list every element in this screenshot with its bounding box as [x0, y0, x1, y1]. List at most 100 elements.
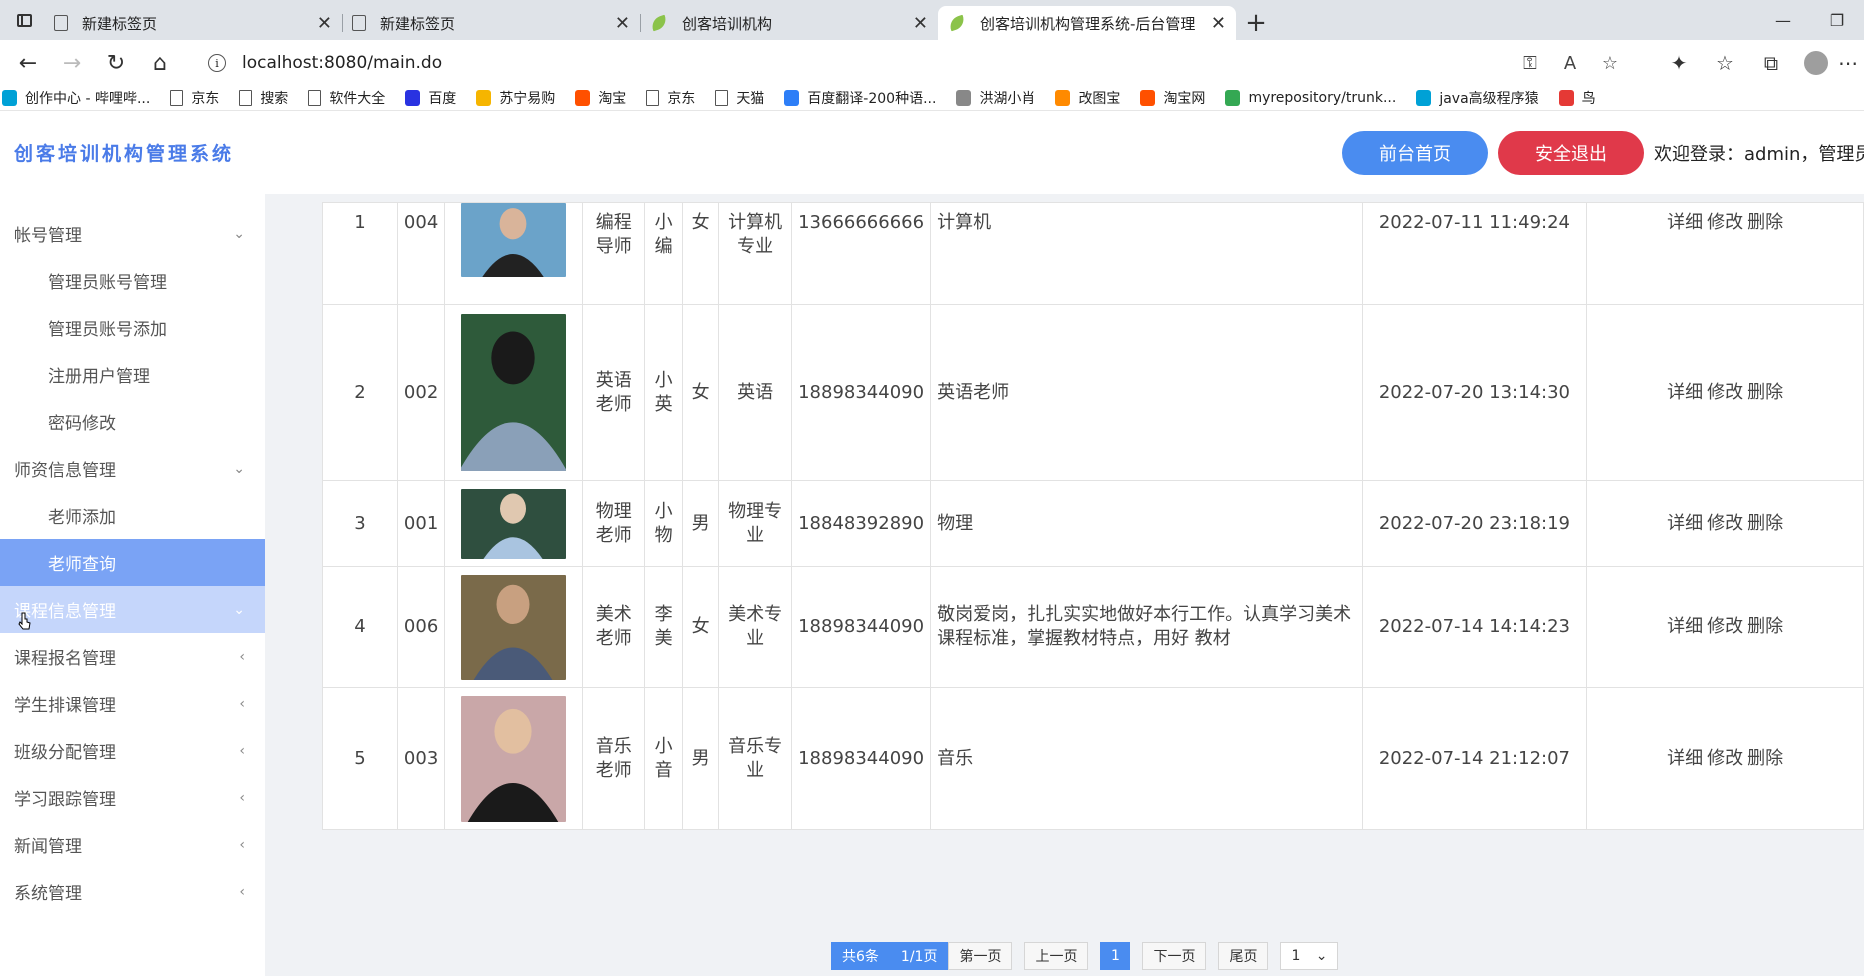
restore-icon[interactable]: ❐ [1810, 0, 1864, 40]
browser-tab-1[interactable]: 新建标签页 ✕ [44, 6, 342, 40]
edit-link[interactable]: 修改 [1707, 212, 1743, 233]
close-icon[interactable]: ✕ [615, 13, 630, 34]
prev-page-button[interactable]: 上一页 [1024, 942, 1089, 970]
bookmark-item[interactable]: java高级程序猿 [1416, 88, 1539, 108]
sidebar-item-13[interactable]: 学习跟踪管理 ‹ [0, 774, 265, 821]
teacher-photo[interactable] [461, 488, 567, 559]
url-field[interactable]: i localhost:8080/main.do ⚿ A ☆ [192, 45, 1646, 81]
detail-link[interactable]: 详细 [1667, 616, 1703, 637]
close-icon[interactable]: ✕ [913, 13, 928, 34]
created-time-text: 2022-07-20 13:14:30 [1378, 381, 1570, 403]
site-info-icon[interactable]: i [208, 54, 226, 72]
url-text[interactable]: localhost:8080/main.do [242, 53, 1510, 73]
forward-icon[interactable]: → [50, 43, 94, 83]
close-icon[interactable]: ✕ [317, 13, 332, 34]
bookmark-item[interactable]: 淘宝 [575, 88, 626, 108]
bookmark-item[interactable]: 京东 [170, 88, 219, 108]
first-page-button[interactable]: 第一页 [948, 942, 1013, 970]
delete-link[interactable]: 删除 [1747, 212, 1783, 233]
bookmark-item[interactable]: 创作中心 - 哔哩哔... [2, 88, 150, 108]
minimize-icon[interactable]: — [1756, 0, 1810, 40]
browser-tab-4[interactable]: 创客培训机构管理系统-后台管理 ✕ [938, 6, 1236, 40]
bookmark-item[interactable]: 百度 [405, 88, 456, 108]
read-aloud-icon[interactable]: A [1550, 53, 1590, 74]
bookmark-item[interactable]: 软件大全 [308, 88, 385, 108]
sidebar-item-8[interactable]: 老师查询 [0, 539, 265, 586]
edit-link[interactable]: 修改 [1707, 748, 1743, 769]
sidebar-item-5[interactable]: 密码修改 [0, 398, 265, 445]
bookmark-item[interactable]: 洪湖小肖 [956, 88, 1035, 108]
browser-tab-2[interactable]: 新建标签页 ✕ [342, 6, 640, 40]
detail-link[interactable]: 详细 [1667, 748, 1703, 769]
delete-link[interactable]: 删除 [1747, 748, 1783, 769]
teacher-gender-text: 女 [691, 212, 710, 233]
sidebar-item-12[interactable]: 班级分配管理 ‹ [0, 727, 265, 774]
profile-avatar[interactable] [1804, 51, 1828, 75]
bookmark-item[interactable]: 苏宁易购 [476, 88, 555, 108]
sidebar-item-14[interactable]: 新闻管理 ‹ [0, 821, 265, 868]
sidebar-item-9[interactable]: 课程信息管理 ⌄ [0, 586, 265, 633]
front-home-button[interactable]: 前台首页 [1342, 130, 1488, 175]
reload-icon[interactable]: ↻ [94, 43, 138, 83]
bookmark-item[interactable]: 搜索 [239, 88, 288, 108]
sidebar-item-7[interactable]: 老师添加 [0, 492, 265, 539]
collections-icon[interactable]: ⧉ [1748, 51, 1794, 75]
sidebar-item-15[interactable]: 系统管理 ‹ [0, 868, 265, 915]
bookmark-item[interactable]: 淘宝网 [1140, 88, 1205, 108]
sidebar-item-1[interactable]: 帐号管理 ⌄ [0, 210, 265, 257]
teacher-intro-text: 音乐 [937, 747, 974, 769]
current-page-button[interactable]: 1 [1100, 942, 1131, 970]
sidebar-item-3[interactable]: 管理员账号添加 [0, 304, 265, 351]
delete-link[interactable]: 删除 [1747, 616, 1783, 637]
sidebar-item-10[interactable]: 课程报名管理 ‹ [0, 633, 265, 680]
delete-link[interactable]: 删除 [1747, 382, 1783, 403]
system-title: 创客培训机构管理系统 [14, 143, 235, 165]
created-time-text: 2022-07-14 21:12:07 [1378, 747, 1570, 769]
sidebar-item-label: 师资信息管理 [14, 461, 116, 481]
page-select[interactable]: 1 ⌄ [1280, 942, 1339, 970]
bookmark-item[interactable]: myrepository/trunk... [1225, 90, 1396, 106]
favorites-icon[interactable]: ☆ [1702, 51, 1748, 75]
next-page-button[interactable]: 下一页 [1142, 942, 1207, 970]
browser-tab-3[interactable]: 创客培训机构 ✕ [640, 6, 938, 40]
bookmark-item[interactable]: 天猫 [715, 88, 764, 108]
bookmark-item[interactable]: 京东 [646, 88, 695, 108]
detail-link[interactable]: 详细 [1667, 513, 1703, 534]
new-tab-button[interactable]: + [1236, 6, 1276, 40]
back-icon[interactable]: ← [6, 43, 50, 83]
detail-link[interactable]: 详细 [1667, 212, 1703, 233]
edit-link[interactable]: 修改 [1707, 513, 1743, 534]
teacher-name: 小编 [644, 202, 684, 305]
sidebar-item-4[interactable]: 注册用户管理 [0, 351, 265, 398]
sidebar-item-11[interactable]: 学生排课管理 ‹ [0, 680, 265, 727]
add-favorite-icon[interactable]: ☆ [1590, 53, 1630, 74]
edit-link[interactable]: 修改 [1707, 616, 1743, 637]
sidebar-item-6[interactable]: 师资信息管理 ⌄ [0, 445, 265, 492]
created-time-text: 2022-07-11 11:49:24 [1378, 212, 1570, 233]
edit-link[interactable]: 修改 [1707, 382, 1743, 403]
extensions-icon[interactable]: ✦ [1656, 51, 1702, 75]
row-number-text: 5 [354, 747, 366, 769]
teacher-photo[interactable] [461, 695, 567, 822]
sidebar-item-label: 管理员账号添加 [48, 320, 167, 340]
sidebar-item-2[interactable]: 管理员账号管理 [0, 257, 265, 304]
created-time: 2022-07-14 21:12:07 [1361, 687, 1588, 830]
teacher-photo[interactable] [461, 574, 567, 680]
bookmark-item[interactable]: 鸟 [1558, 88, 1596, 108]
more-icon[interactable]: ⋯ [1838, 51, 1858, 75]
photo-cell [444, 566, 584, 688]
teacher-photo[interactable] [461, 314, 567, 471]
bookmark-item[interactable]: 改图宝 [1055, 88, 1120, 108]
sidebar-item-label: 班级分配管理 [14, 743, 116, 763]
close-icon[interactable]: ✕ [1211, 13, 1226, 34]
last-page-button[interactable]: 尾页 [1218, 942, 1269, 970]
detail-link[interactable]: 详细 [1667, 382, 1703, 403]
teacher-title-text: 英语老师 [595, 369, 632, 415]
bookmark-item[interactable]: 百度翻译-200种语... [784, 88, 936, 108]
key-icon[interactable]: ⚿ [1510, 53, 1550, 74]
logout-button[interactable]: 安全退出 [1498, 130, 1644, 175]
tab-actions-icon[interactable] [4, 0, 44, 40]
delete-link[interactable]: 删除 [1747, 513, 1783, 534]
teacher-photo[interactable] [461, 203, 567, 277]
home-icon[interactable]: ⌂ [138, 43, 182, 83]
